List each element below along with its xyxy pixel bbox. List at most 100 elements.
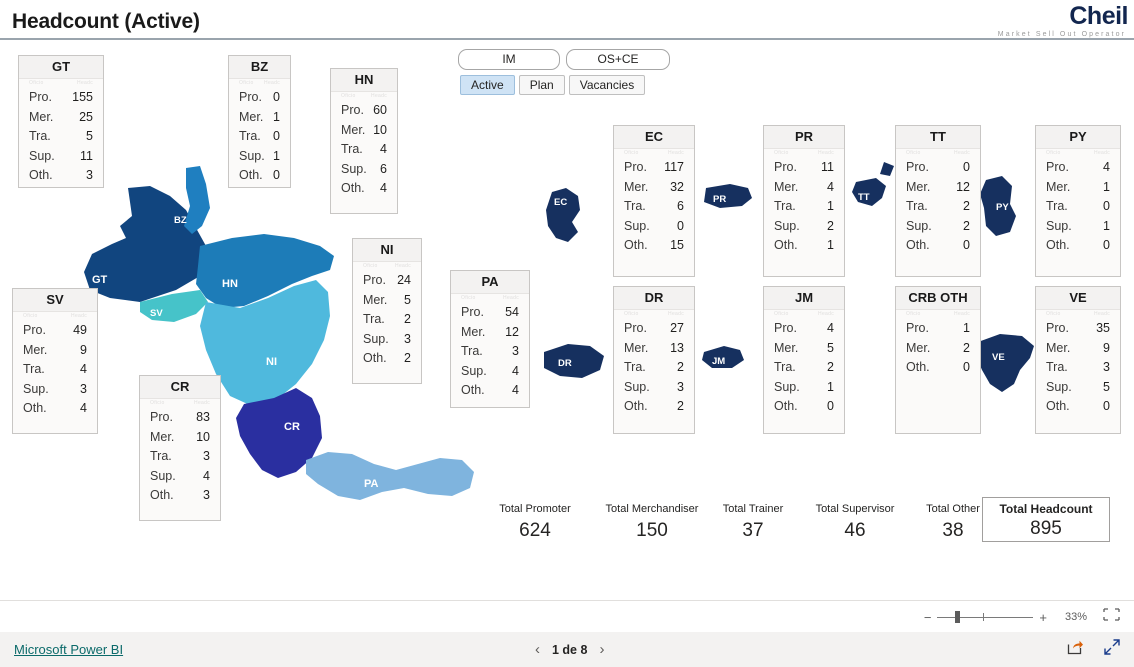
card-column-header-left: Oficio (624, 150, 639, 156)
card-row-value: 0 (1103, 199, 1110, 213)
card-row-label: Mer. (363, 292, 388, 307)
card-row: Pro. 11 (774, 158, 834, 178)
card-column-headers: Oficio Headc (140, 399, 220, 406)
card-rows: Pro. 4 Mer. 1 Tra. 0 Sup. 1 Oth. 0 (1036, 156, 1120, 256)
card-column-header-left: Oficio (23, 313, 38, 319)
card-row-label: Tra. (1046, 360, 1068, 374)
card-row: Mer. 1 (239, 108, 280, 128)
card-rows: Pro. 35 Mer. 9 Tra. 3 Sup. 5 Oth. 0 (1036, 317, 1120, 417)
stat-card-crb[interactable]: CRB OTH Oficio Headc Pro. 1 Mer. 2 Oth. 0 (895, 286, 981, 434)
card-row-label: Mer. (461, 324, 486, 339)
card-title: GT (19, 56, 103, 79)
map-inset-label-pr: PR (713, 194, 726, 205)
card-column-headers: Oficio Headc (614, 310, 694, 317)
card-row: Tra. 3 (461, 342, 519, 362)
card-column-header-left: Oficio (906, 150, 921, 156)
stat-card-pa[interactable]: PA Oficio Headc Pro. 54 Mer. 12 Tra. 3 Sup. 4 Oth. 4 (450, 270, 530, 408)
card-rows: Pro. 11 Mer. 4 Tra. 1 Sup. 2 Oth. 1 (764, 156, 844, 256)
map-inset-label-ve: VE (992, 352, 1005, 363)
map-region-bz[interactable]: BZ (174, 166, 210, 234)
map-inset-dr[interactable]: DR (544, 344, 604, 378)
card-column-header-right: Headc (668, 150, 684, 156)
power-bi-link[interactable]: Microsoft Power BI (14, 642, 123, 657)
fullscreen-icon[interactable] (1104, 639, 1120, 660)
map-inset-ve[interactable]: VE (976, 334, 1034, 392)
card-column-header-right: Headc (1094, 311, 1110, 317)
card-column-headers: Oficio Headc (764, 149, 844, 156)
card-row-value: 32 (670, 179, 684, 194)
card-row-value: 0 (963, 160, 970, 174)
zoom-out-button[interactable]: − (918, 610, 938, 625)
card-row: Sup. 1 (239, 147, 280, 167)
card-column-headers: Oficio Headc (896, 149, 980, 156)
card-column-header-right: Headc (668, 311, 684, 317)
stat-card-dr[interactable]: DR Oficio Headc Pro. 27 Mer. 13 Tra. 2 Sup. 3 Oth. 2 (613, 286, 695, 434)
card-rows: Pro. 83 Mer. 10 Tra. 3 Sup. 4 Oth. 3 (140, 406, 220, 506)
card-row-value: 0 (1103, 399, 1110, 413)
stat-card-ve[interactable]: VE Oficio Headc Pro. 35 Mer. 9 Tra. 3 Sup. 5 Oth. 0 (1035, 286, 1121, 434)
zoom-slider-thumb[interactable] (955, 611, 961, 623)
card-row: Oth. 1 (774, 236, 834, 256)
zoom-slider[interactable] (937, 610, 1034, 624)
card-row-label: Tra. (774, 199, 796, 213)
card-row: Tra. 2 (906, 197, 970, 217)
stat-card-hn[interactable]: HN Oficio Headc Pro. 60 Mer. 10 Tra. 4 Sup. 6 Oth. 4 (330, 68, 398, 214)
card-row: Mer. 12 (906, 178, 970, 198)
card-row: Sup. 1 (774, 378, 834, 398)
next-page-button[interactable]: › (599, 641, 604, 658)
totals-row: Total Promoter 624 Total Merchandiser 15… (470, 497, 1120, 550)
stat-card-gt[interactable]: GT Oficio Headc Pro. 155 Mer. 25 Tra. 5 Sup. 11 Oth… (18, 55, 104, 188)
map-inset-label-py: PY (996, 202, 1009, 213)
card-row-value: 6 (677, 199, 684, 213)
card-row-label: Oth. (624, 238, 648, 252)
card-row-value: 2 (404, 312, 411, 326)
card-rows: Pro. 54 Mer. 12 Tra. 3 Sup. 4 Oth. 4 (451, 301, 529, 401)
map-inset-tt[interactable]: TT (852, 162, 894, 206)
stat-card-tt[interactable]: TT Oficio Headc Pro. 0 Mer. 12 Tra. 2 Sup. 2 Oth. 0 (895, 125, 981, 277)
card-row: Sup. 0 (624, 217, 684, 237)
card-rows: Pro. 117 Mer. 32 Tra. 6 Sup. 0 Oth. 15 (614, 156, 694, 256)
card-row-value: 6 (380, 161, 387, 176)
card-row-label: Mer. (23, 342, 48, 357)
stat-card-cr[interactable]: CR Oficio Headc Pro. 83 Mer. 10 Tra. 3 Sup. 4 Oth. 3 (139, 375, 221, 521)
zoom-slider-tick (983, 613, 985, 621)
card-row-label: Tra. (624, 199, 646, 213)
stat-card-ni[interactable]: NI Oficio Headc Pro. 24 Mer. 5 Tra. 2 Sup. 3 Oth. 2 (352, 238, 422, 384)
card-row-label: Pro. (461, 305, 484, 319)
map-inset-pr[interactable]: PR (704, 184, 752, 208)
card-column-header-right: Headc (194, 400, 210, 406)
card-row: Tra. 4 (23, 360, 87, 380)
map-inset-py[interactable]: PY (980, 176, 1016, 236)
stat-card-sv[interactable]: SV Oficio Headc Pro. 49 Mer. 9 Tra. 4 Sup. 3 Oth. 4 (12, 288, 98, 434)
stat-card-py[interactable]: PY Oficio Headc Pro. 4 Mer. 1 Tra. 0 Sup. 1 Oth. 0 (1035, 125, 1121, 277)
card-row: Tra. 3 (150, 447, 210, 467)
card-row: Oth. 4 (341, 179, 387, 199)
card-row-label: Mer. (906, 179, 931, 194)
card-row-value: 3 (203, 449, 210, 463)
card-row-value: 24 (397, 273, 411, 287)
card-row-value: 3 (203, 488, 210, 502)
fit-to-page-icon[interactable] (1103, 608, 1120, 626)
card-row-value: 2 (963, 340, 970, 355)
map-inset-jm[interactable]: JM (702, 346, 744, 368)
card-title: SV (13, 289, 97, 312)
map-inset-ec[interactable]: EC (546, 188, 580, 242)
share-icon[interactable] (1067, 639, 1084, 660)
map-region-pa[interactable]: PA (306, 452, 474, 500)
card-row-label: Pro. (1046, 321, 1069, 335)
card-column-header-left: Oficio (774, 311, 789, 317)
stat-card-pr[interactable]: PR Oficio Headc Pro. 11 Mer. 4 Tra. 1 Sup. 2 Oth. 1 (763, 125, 845, 277)
stat-card-ec[interactable]: EC Oficio Headc Pro. 117 Mer. 32 Tra. 6 Sup. 0 Oth.… (613, 125, 695, 277)
card-row-label: Pro. (774, 321, 797, 335)
stat-card-jm[interactable]: JM Oficio Headc Pro. 4 Mer. 5 Tra. 2 Sup. 1 Oth. 0 (763, 286, 845, 434)
card-row-value: 2 (404, 351, 411, 365)
card-row-value: 25 (79, 109, 93, 124)
zoom-in-button[interactable]: + (1033, 610, 1053, 625)
logo-letter-o: O (1050, 2, 1071, 30)
card-row-label: Mer. (906, 340, 931, 355)
stat-card-bz[interactable]: BZ Oficio Headc Pro. 0 Mer. 1 Tra. 0 Sup. 1 Oth. 0 (228, 55, 291, 188)
card-column-header-left: Oficio (1046, 311, 1061, 317)
card-title: JM (764, 287, 844, 310)
map-label-ni: NI (266, 356, 277, 368)
previous-page-button[interactable]: ‹ (535, 641, 540, 658)
